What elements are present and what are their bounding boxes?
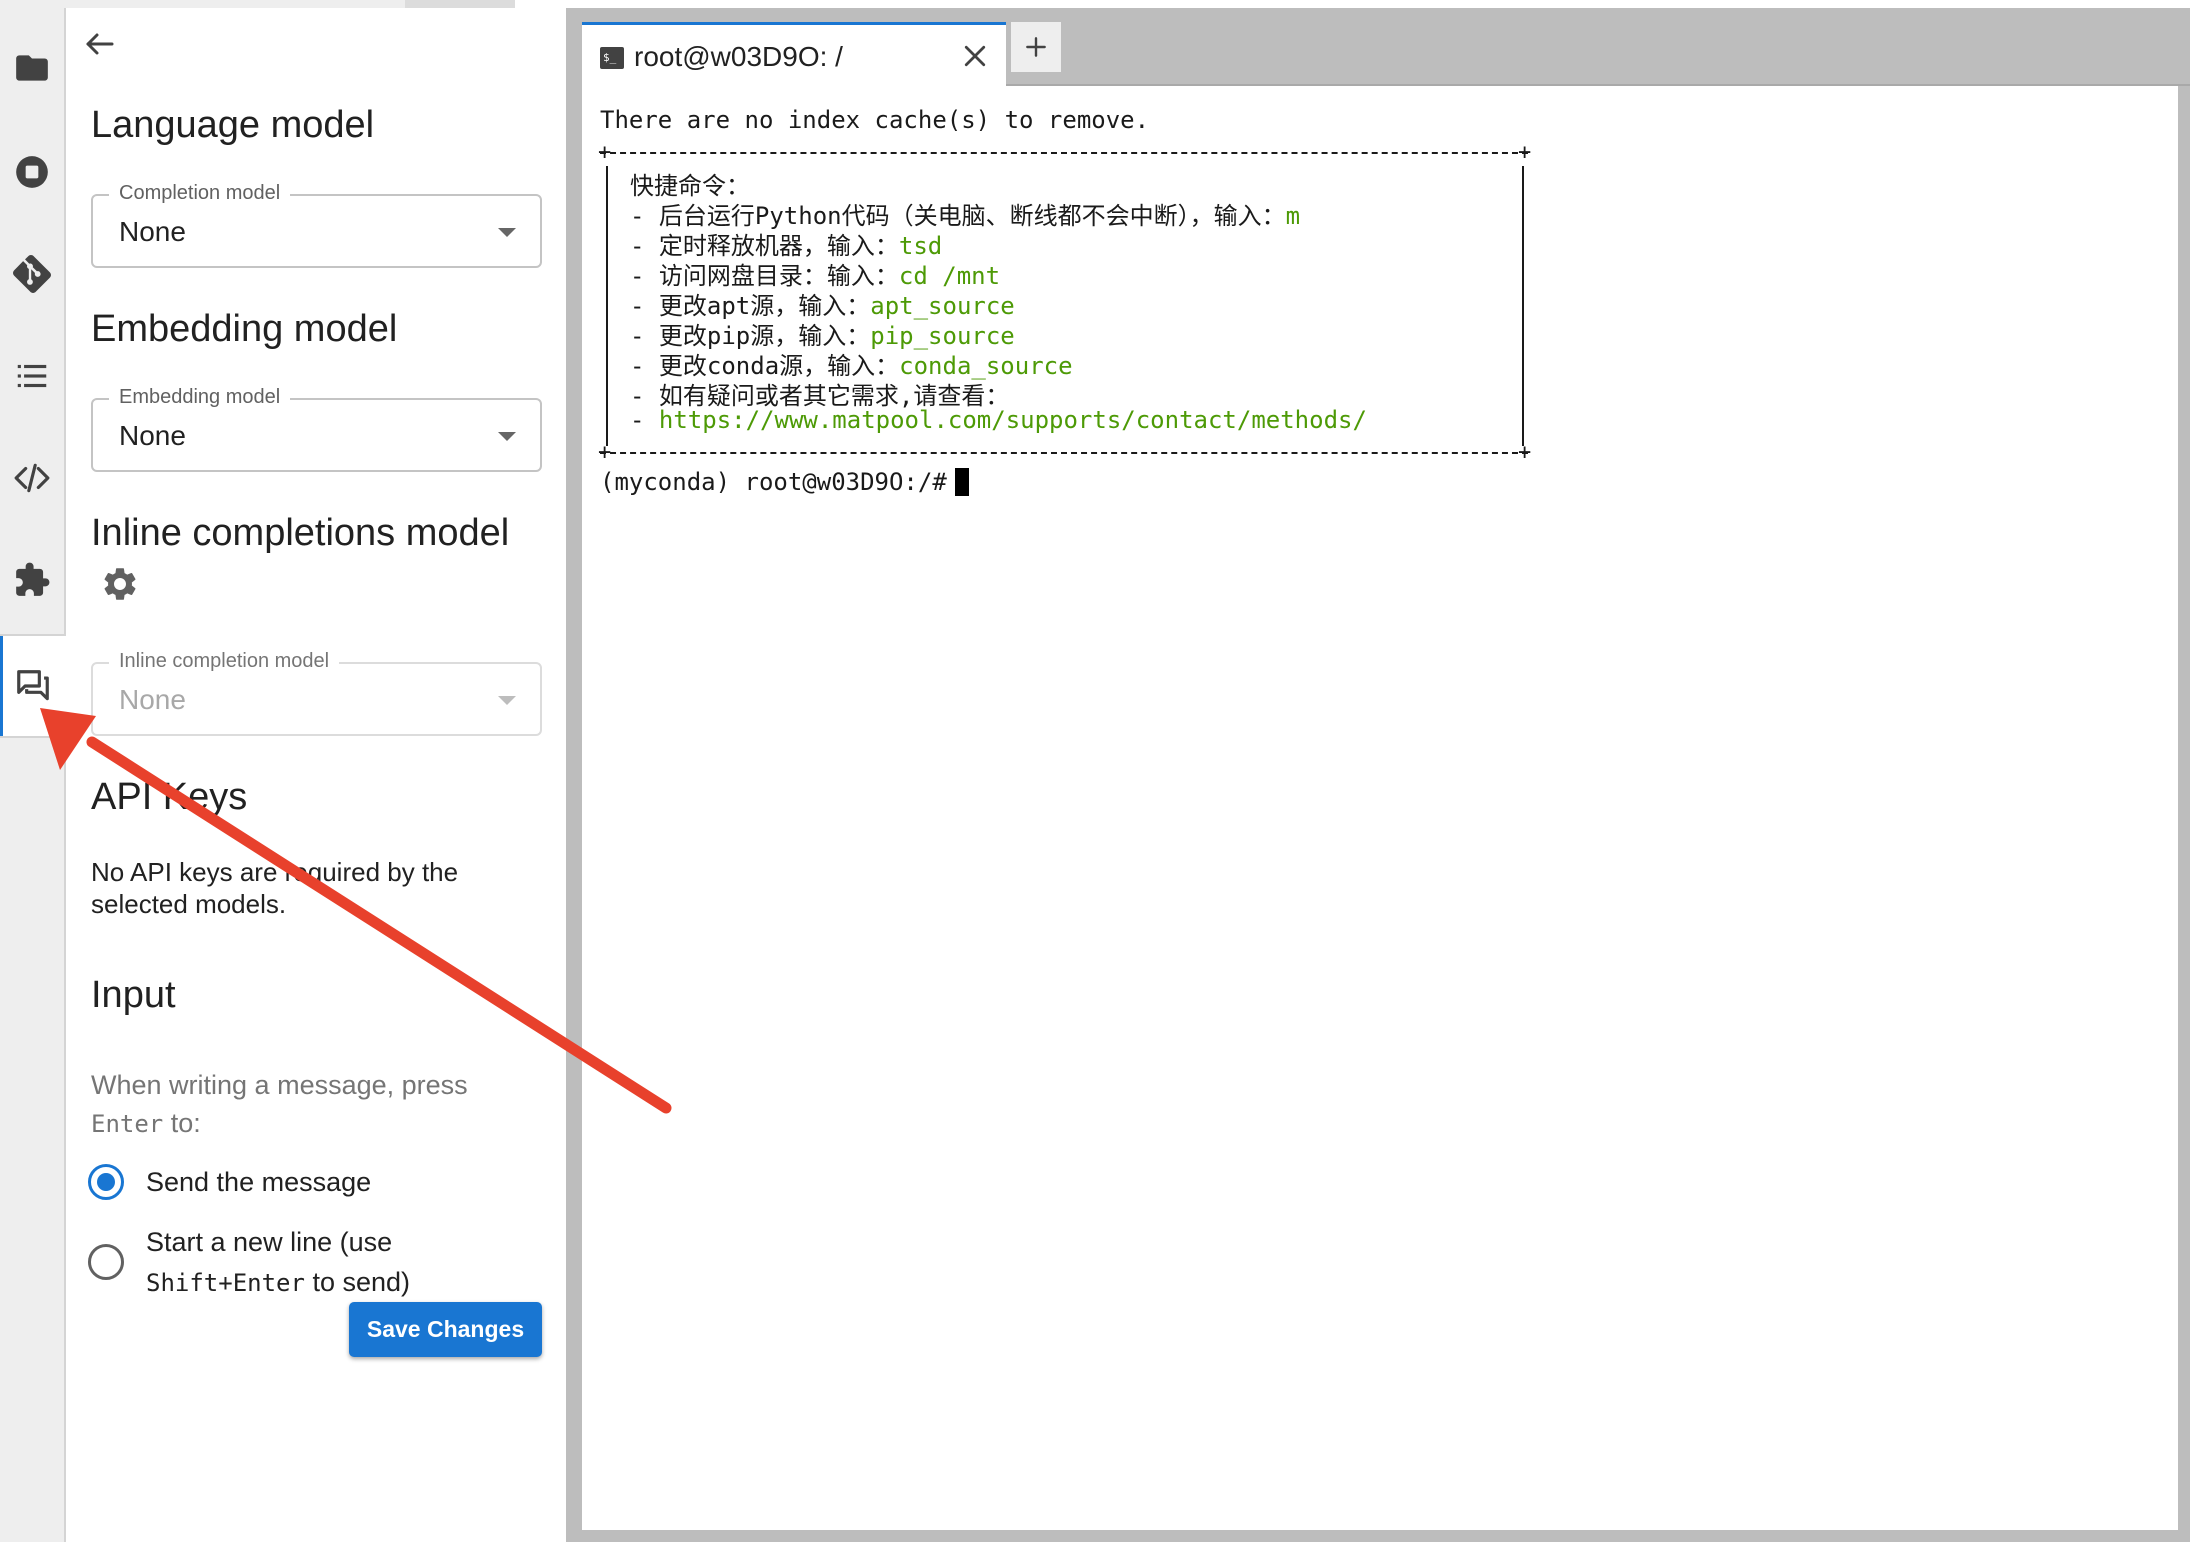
completion-model-label: Completion model — [109, 182, 291, 205]
activity-property-inspector[interactable] — [0, 426, 64, 530]
terminal-cursor — [954, 468, 969, 496]
box-row-text: - — [630, 406, 659, 434]
tab-terminal[interactable]: $_ root@w03D9O: / — [582, 22, 1006, 88]
box-left-border — [606, 376, 608, 446]
radio-send-message[interactable] — [88, 1164, 124, 1200]
top-strip-left — [0, 0, 405, 8]
terminal-line-cache: There are no index cache(s) to remove. — [600, 106, 1150, 134]
activity-git[interactable] — [0, 222, 64, 326]
box-corner: + — [1518, 140, 1532, 165]
window-top-strip — [0, 0, 2190, 8]
activity-extension-manager[interactable] — [0, 528, 64, 632]
activity-bar — [0, 8, 66, 1542]
top-strip-tab-hint — [405, 0, 515, 8]
chat-icon — [17, 670, 49, 701]
activity-running-sessions[interactable] — [0, 120, 64, 224]
gear-icon[interactable] — [100, 564, 140, 604]
embedding-model-heading: Embedding model — [91, 308, 398, 350]
git-icon — [13, 255, 51, 293]
radio-new-line-label[interactable]: Start a new line (use Shift+Enter to sen… — [146, 1222, 410, 1303]
box-corner: + — [598, 140, 612, 165]
dropdown-caret-icon — [498, 696, 516, 705]
input-hint-key: Enter — [91, 1110, 164, 1138]
box-corner: + — [598, 440, 612, 465]
completion-model-select[interactable]: Completion model None — [91, 182, 542, 268]
stop-circle-icon — [16, 156, 48, 188]
tab-terminal-title: root@w03D9O: / — [634, 41, 843, 72]
api-keys-heading: API Keys — [91, 776, 248, 818]
close-icon[interactable] — [960, 41, 990, 71]
inline-completion-model-label: Inline completion model — [109, 650, 340, 673]
inline-completion-model-select[interactable]: Inline completion model None — [91, 650, 542, 736]
input-heading: Input — [91, 974, 176, 1016]
panel-splitter[interactable] — [566, 8, 582, 1542]
folder-icon — [16, 55, 48, 81]
inline-completion-model-value: None — [119, 684, 186, 715]
embedding-model-value: None — [119, 420, 186, 451]
tab-bar: $_ root@w03D9O: / — [582, 8, 2190, 88]
list-icon — [17, 364, 47, 388]
terminal-icon: $_ — [600, 47, 624, 69]
box-top-border — [600, 152, 1528, 154]
radio-send-message-label[interactable]: Send the message — [146, 1162, 371, 1202]
embedding-model-select[interactable]: Embedding model None — [91, 386, 542, 472]
completion-model-value: None — [119, 216, 186, 247]
embedding-model-label: Embedding model — [109, 386, 291, 409]
box-row-cmd: m — [1285, 202, 1301, 230]
language-model-heading: Language model — [91, 104, 375, 146]
save-changes-button[interactable]: Save Changes — [349, 1302, 542, 1357]
api-keys-note: No API keys are required by the selected… — [91, 857, 459, 919]
new-line-prefix: Start a new line (use — [146, 1227, 393, 1257]
radio-new-line[interactable] — [88, 1244, 124, 1280]
terminal-prompt-line[interactable]: (myconda) root@w03D9O:/# — [600, 468, 969, 496]
dropdown-caret-icon — [498, 228, 516, 237]
activity-table-of-contents[interactable] — [0, 324, 64, 428]
inline-completions-heading: Inline completions model — [91, 512, 510, 554]
activity-chat[interactable] — [0, 634, 66, 738]
box-corner: + — [1518, 440, 1532, 465]
chat-settings-panel: Language model Completion model None Emb… — [66, 8, 566, 1542]
box-row: - https://www.matpool.com/supports/conta… — [630, 406, 1367, 434]
input-hint-prefix: When writing a message, press — [91, 1070, 468, 1100]
new-line-key: Shift+Enter — [146, 1269, 305, 1297]
input-hint: When writing a message, press Enter to: — [91, 1066, 521, 1143]
new-tab-button[interactable] — [1011, 22, 1061, 72]
activity-file-browser[interactable] — [0, 16, 64, 120]
terminal-output[interactable]: There are no index cache(s) to remove. +… — [582, 86, 2190, 1542]
input-hint-suffix: to: — [163, 1108, 201, 1138]
back-arrow-icon[interactable] — [82, 26, 118, 62]
new-line-suffix: to send) — [304, 1267, 411, 1297]
box-right-border — [1522, 166, 1524, 376]
box-left-border — [606, 166, 608, 376]
terminal-prompt: (myconda) root@w03D9O:/# — [600, 468, 947, 496]
dropdown-caret-icon — [498, 432, 516, 441]
box-right-border — [1522, 376, 1524, 446]
code-icon — [14, 463, 50, 493]
box-row-cmd: https://www.matpool.com/supports/contact… — [658, 406, 1367, 434]
box-bottom-border — [600, 452, 1528, 454]
plus-icon — [1026, 37, 1046, 57]
puzzle-icon — [16, 562, 50, 596]
